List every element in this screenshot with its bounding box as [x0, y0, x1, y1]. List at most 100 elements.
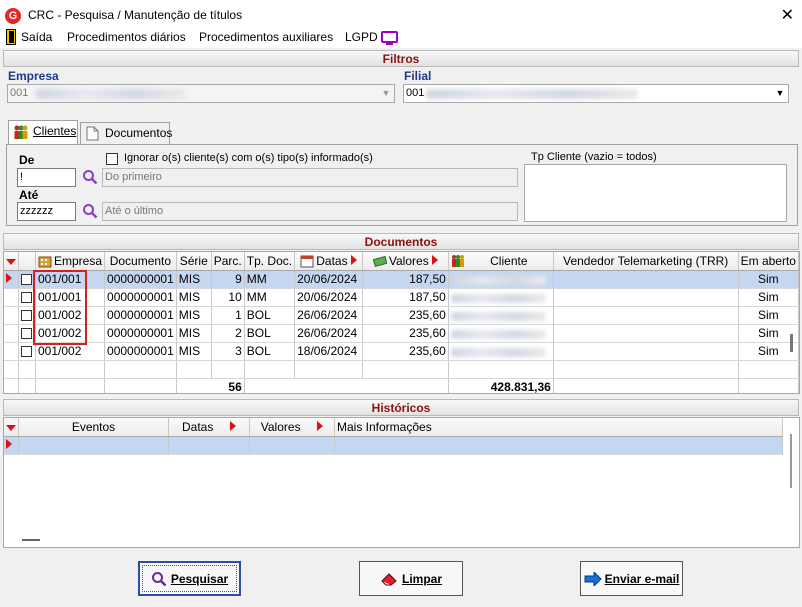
- tp-cliente-list[interactable]: [524, 164, 787, 222]
- search-icon[interactable]: [82, 169, 98, 185]
- footer-empty: [738, 378, 799, 393]
- menu-lgpd[interactable]: LGPD: [345, 30, 378, 44]
- tab-clientes[interactable]: Clientes: [8, 120, 78, 145]
- documentos-grid[interactable]: Empresa Documento Série Parc. Tp. Doc. D…: [3, 251, 800, 394]
- search-icon[interactable]: [82, 203, 98, 219]
- col-cliente[interactable]: Cliente: [448, 252, 554, 271]
- ate-label: Até: [19, 188, 39, 202]
- row-indicator: [4, 436, 19, 455]
- historicos-grid[interactable]: Eventos Datas Valores Mais Informações: [3, 417, 800, 548]
- de-description-field: Do primeiro: [102, 168, 518, 187]
- table-row[interactable]: [4, 436, 783, 455]
- table-row[interactable]: 001/002 0000000001 MIS 2 BOL 26/06/2024 235,60…: [4, 324, 799, 343]
- table-row[interactable]: 001/002 0000000001 MIS 1 BOL 26/06/2024 235,60…: [4, 306, 799, 325]
- empresa-value: 001: [10, 87, 29, 99]
- tab-clientes-label: Clientes: [33, 124, 77, 138]
- documentos-scrollbar[interactable]: [790, 334, 793, 352]
- de-input[interactable]: !: [17, 168, 76, 187]
- col-hist-datas[interactable]: Datas: [168, 418, 250, 437]
- de-label: De: [19, 153, 35, 167]
- select-all-cell: [18, 252, 36, 271]
- eraser-icon: [381, 572, 397, 585]
- title-bar: G CRC - Pesquisa / Manutenção de títulos…: [0, 0, 802, 30]
- horizontal-scrollbar[interactable]: [22, 539, 40, 541]
- empresa-select[interactable]: 001 ▼: [7, 84, 395, 103]
- table-row: [4, 360, 799, 379]
- monitor-icon[interactable]: [381, 31, 398, 45]
- footer-empty: [553, 378, 739, 393]
- cell-tp-doc: BOL: [244, 306, 296, 325]
- highlight-box: [33, 270, 87, 345]
- footer-count: 56: [176, 378, 245, 393]
- col-vendedor[interactable]: Vendedor Telemarketing (TRR): [553, 252, 739, 271]
- col-eventos[interactable]: Eventos: [18, 418, 169, 437]
- cell-vendedor: [553, 342, 739, 361]
- cell-parc: 10: [211, 288, 245, 307]
- cell-valor: 235,60: [362, 324, 449, 343]
- enviar-email-button[interactable]: Enviar e-mail: [580, 561, 683, 596]
- money-icon: [372, 255, 387, 267]
- col-tp-doc[interactable]: Tp. Doc.: [244, 252, 296, 271]
- row-indicator: [4, 270, 19, 289]
- col-valores[interactable]: Valores: [362, 252, 449, 271]
- footer-empty: [35, 378, 106, 393]
- app-logo-icon: G: [5, 8, 21, 24]
- col-datas[interactable]: Datas: [294, 252, 364, 271]
- footer-empty: [4, 378, 19, 393]
- cell-serie: MIS: [176, 342, 212, 361]
- table-cell: [553, 360, 739, 379]
- cell-em-aberto: Sim: [738, 270, 799, 289]
- cell-data: 26/06/2024: [294, 324, 364, 343]
- row-indicator: [4, 324, 19, 343]
- arrow-right-icon: [584, 571, 602, 586]
- table-row[interactable]: 001/001 0000000001 MIS 10 MM 20/06/2024 187,50…: [4, 288, 799, 307]
- document-icon: [86, 126, 99, 141]
- calendar-icon: [300, 255, 314, 268]
- menu-procedimentos-auxiliares[interactable]: Procedimentos auxiliares: [199, 30, 333, 44]
- tab-documentos[interactable]: Documentos: [80, 122, 173, 144]
- ate-description-field: Até o último: [102, 202, 518, 221]
- menu-procedimentos-diarios[interactable]: Procedimentos diários: [67, 30, 186, 44]
- limpar-button[interactable]: Limpar: [359, 561, 463, 596]
- historicos-scrollbar[interactable]: [790, 434, 792, 488]
- col-hist-valores[interactable]: Valores: [249, 418, 335, 437]
- cell-vendedor: [553, 306, 739, 325]
- cell-cliente: [448, 288, 554, 307]
- cell-valor: 187,50: [362, 288, 449, 307]
- table-row[interactable]: 001/001 0000000001 MIS 9 MM 20/06/2024 187,50 S…: [4, 270, 799, 289]
- cell-data: 26/06/2024: [294, 306, 364, 325]
- close-icon[interactable]: ✕: [781, 5, 794, 25]
- cell-tp-doc: BOL: [244, 342, 296, 361]
- col-documento[interactable]: Documento: [104, 252, 177, 271]
- exit-door-icon[interactable]: [6, 29, 16, 45]
- row-indicator: [4, 342, 19, 361]
- table-cell: [35, 360, 106, 379]
- table-row[interactable]: 001/002 0000000001 MIS 3 BOL 18/06/2024 235,60…: [4, 342, 799, 361]
- cell-parc: 1: [211, 306, 245, 325]
- col-parc[interactable]: Parc.: [211, 252, 245, 271]
- ignorar-checkbox[interactable]: [106, 153, 118, 165]
- pesquisar-button[interactable]: Pesquisar: [138, 561, 241, 596]
- window-title: CRC - Pesquisa / Manutenção de títulos: [28, 8, 243, 22]
- cell-cliente: [448, 342, 554, 361]
- menu-saida[interactable]: Saída: [21, 30, 52, 44]
- cell-documento: 0000000001: [104, 306, 177, 325]
- chevron-down-icon[interactable]: ▼: [772, 85, 788, 102]
- menu-bar: Saída Procedimentos diários Procedimento…: [0, 28, 802, 48]
- grid-menu-icon[interactable]: [4, 252, 19, 271]
- col-mais-informacoes[interactable]: Mais Informações: [334, 418, 783, 437]
- chevron-down-icon[interactable]: ▼: [378, 85, 394, 102]
- table-cell: [211, 360, 245, 379]
- filial-select[interactable]: 001 ▼: [403, 84, 789, 103]
- people-icon: [14, 125, 28, 139]
- cell-valor: 187,50: [362, 270, 449, 289]
- col-empresa[interactable]: Empresa: [35, 252, 106, 271]
- cell-vendedor: [553, 270, 739, 289]
- col-em-aberto[interactable]: Em aberto: [738, 252, 799, 271]
- ate-input[interactable]: zzzzzz: [17, 202, 76, 221]
- cell-data: 18/06/2024: [294, 342, 364, 361]
- table-cell: [448, 360, 554, 379]
- grid-menu-icon[interactable]: [4, 418, 19, 437]
- col-serie[interactable]: Série: [176, 252, 212, 271]
- tab-documentos-label: Documentos: [105, 126, 173, 140]
